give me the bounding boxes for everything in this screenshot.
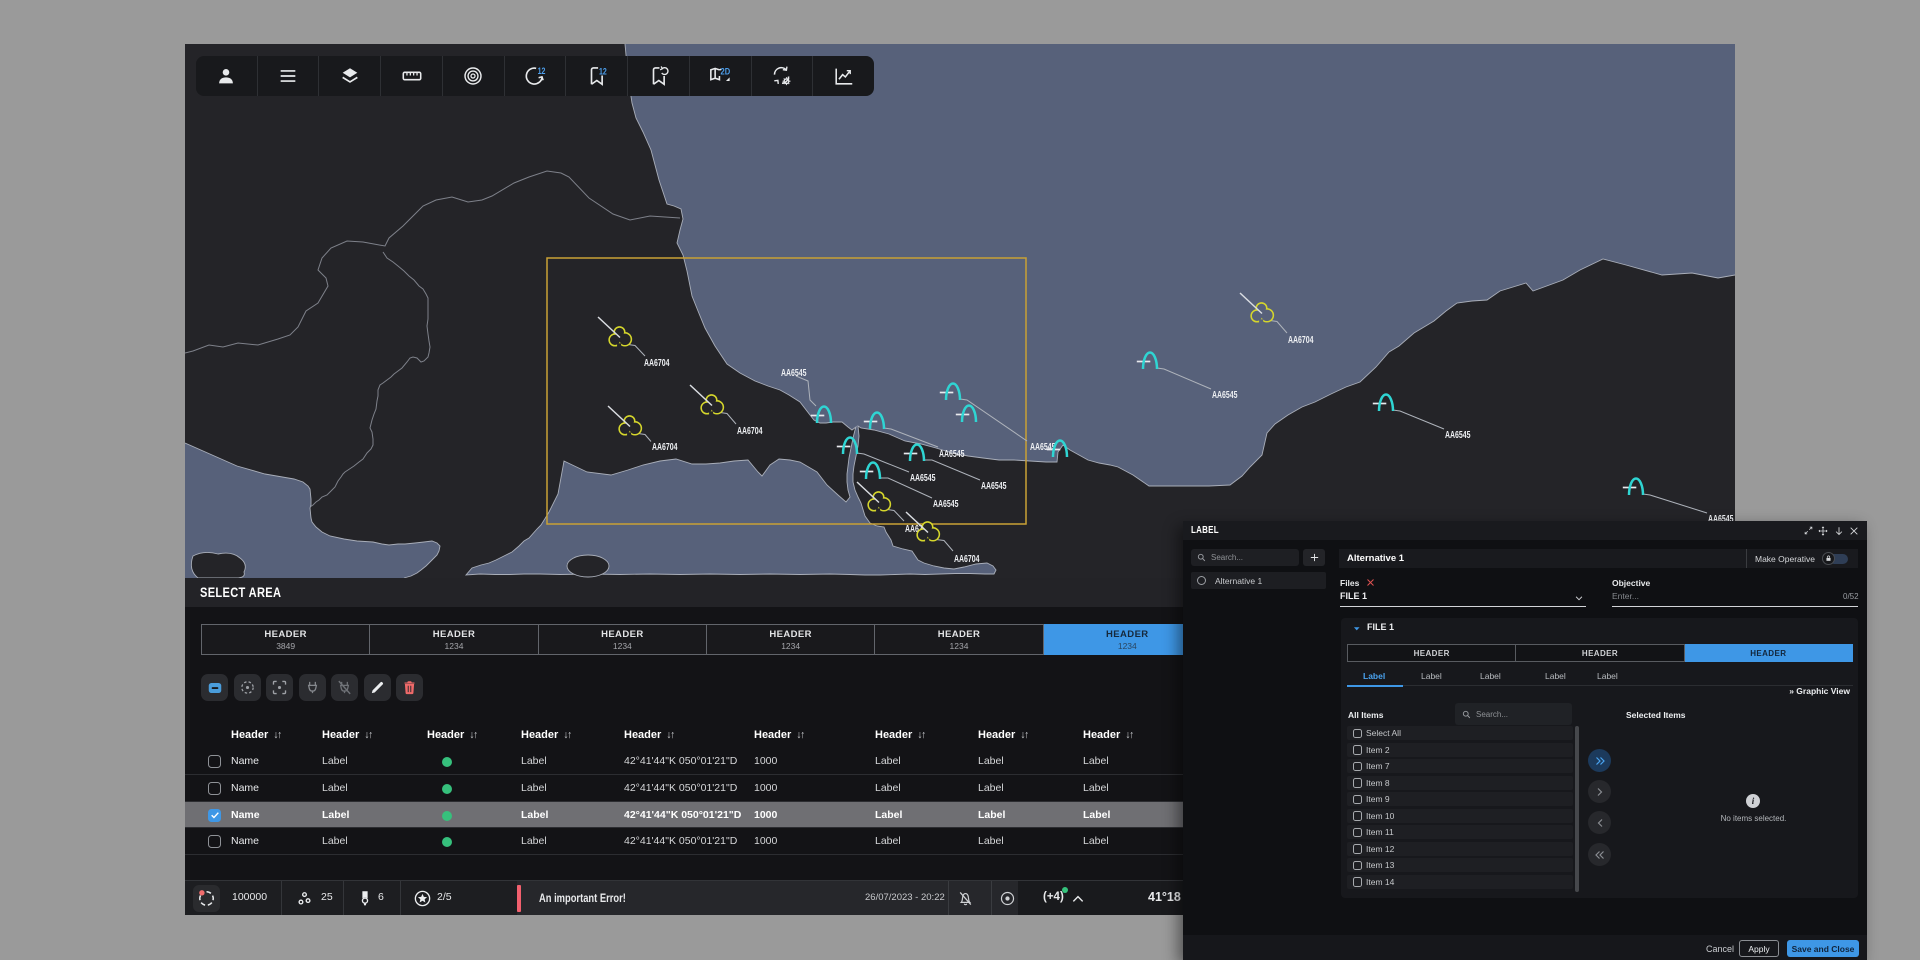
svg-text:AA6704: AA6704	[644, 358, 670, 369]
svg-text:AA6545: AA6545	[933, 499, 959, 510]
svg-text:AA6704: AA6704	[652, 442, 678, 453]
svg-text:AA6704: AA6704	[737, 426, 763, 437]
svg-text:AA6545: AA6545	[1212, 390, 1238, 401]
svg-text:AA6704: AA6704	[1288, 335, 1314, 346]
svg-text:AA6545: AA6545	[1445, 430, 1471, 441]
svg-text:12: 12	[537, 66, 545, 77]
svg-text:12: 12	[599, 66, 607, 77]
svg-text:AA6545: AA6545	[1030, 442, 1056, 453]
svg-text:AA6545: AA6545	[939, 449, 965, 460]
svg-text:2D: 2D	[721, 67, 731, 78]
svg-text:AA6545: AA6545	[981, 481, 1007, 492]
svg-text:AA6545: AA6545	[781, 368, 807, 379]
svg-text:AA6545: AA6545	[910, 473, 936, 484]
svg-text:AA6704: AA6704	[954, 554, 980, 565]
